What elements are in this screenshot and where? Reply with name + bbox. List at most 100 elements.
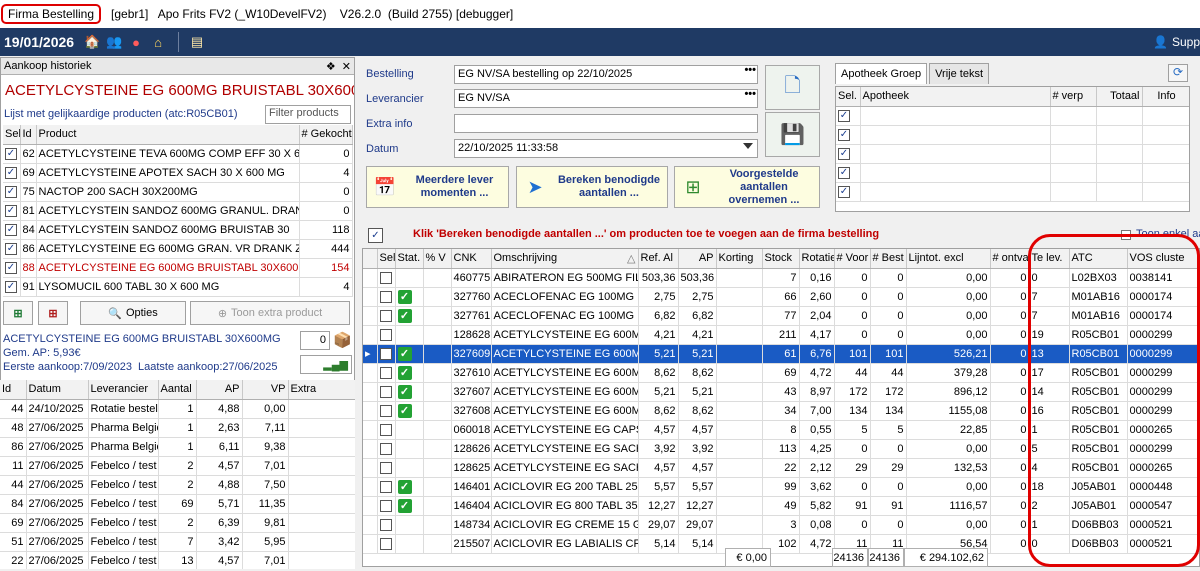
list-item[interactable]: ✓ <box>836 125 1189 145</box>
table-row[interactable]: ✓327760ACECLOFENAC EG 100MG FILI2,752,75… <box>363 287 1199 307</box>
show-extra-product-button[interactable]: ⊕ Toon extra product <box>190 301 350 325</box>
tab-vrije-tekst[interactable]: Vrije tekst <box>929 63 990 84</box>
filter-products-input[interactable]: Filter products <box>265 104 351 124</box>
datum-field[interactable]: 22/10/2025 11:33:58 <box>454 139 758 158</box>
row-checkbox[interactable]: ✓ <box>5 147 17 160</box>
col-verp[interactable]: # verp <box>1050 87 1097 107</box>
table-row[interactable]: ✓ 91 LYSOMUCIL 600 TABL 30 X 600 MG 4 <box>3 277 353 297</box>
col-omschrijving[interactable]: Omschrijving △ <box>491 249 639 269</box>
bestelling-field[interactable]: EG NV/SA bestelling op 22/10/2025 ••• <box>454 65 758 84</box>
table-row[interactable]: 48 27/06/2025 Pharma België 1 2,63 7,11 <box>0 418 355 438</box>
row-checkbox[interactable]: ✓ <box>838 128 850 141</box>
row-checkbox[interactable] <box>379 499 392 512</box>
row-checkbox[interactable]: ✓ <box>5 261 17 274</box>
col-sel[interactable]: Sel. <box>3 125 21 145</box>
table-row[interactable]: 148734 ACICLOVIR EG CREME 15 GR 29,07 29,07… <box>363 515 1199 535</box>
box-icon[interactable]: 📦 <box>333 331 352 349</box>
col-vos[interactable]: VOS cluste <box>1127 249 1199 269</box>
col-bought[interactable]: # Gekocht <box>299 125 353 145</box>
table-row[interactable]: 44 27/06/2025 Febelco / test 2 4,88 7,50 <box>0 475 355 495</box>
row-checkbox[interactable]: ✓ <box>5 185 17 198</box>
table-row[interactable]: ✓ 86 ACETYLCYSTEINE EG 600MG GRAN. VR DRAN… <box>3 239 353 259</box>
row-checkbox[interactable] <box>379 309 392 322</box>
row-checkbox[interactable]: ✓ <box>838 166 850 179</box>
support-button[interactable]: 👤 Supp <box>1153 35 1200 49</box>
table-row[interactable]: 84 27/06/2025 Febelco / test 69 5,71 11,35 <box>0 494 355 514</box>
row-checkbox[interactable]: ✓ <box>5 223 17 236</box>
col-ap[interactable]: AP <box>196 380 243 400</box>
col-vp[interactable]: VP <box>242 380 289 400</box>
row-checkbox[interactable] <box>379 328 392 341</box>
col-rotatie[interactable]: Rotatie <box>799 249 835 269</box>
table-row[interactable]: ✓ 69 ACETYLCYSTEINE APOTEX SACH 30 X 600 M… <box>3 163 353 183</box>
table-row[interactable]: ✓ 146401 ACICLOVIR EG 200 TABL 25 5,57 5,57 9… <box>363 477 1199 497</box>
save-button[interactable]: 💾 <box>765 112 820 157</box>
users-icon[interactable]: 👥 <box>104 33 124 51</box>
col-apotheek[interactable]: Apotheek <box>860 87 1051 107</box>
tab-apotheek-groep[interactable]: Apotheek Groep <box>835 63 928 84</box>
col-ap[interactable]: AP <box>678 249 717 269</box>
col-qty[interactable]: Aantal <box>158 380 197 400</box>
row-checkbox[interactable] <box>379 271 392 284</box>
col-id[interactable]: Id <box>20 125 37 145</box>
home-icon[interactable]: 🏠 <box>82 33 102 51</box>
table-row[interactable]: 128628ACETYLCYSTEINE EG 600MG I4,214,212… <box>363 325 1199 345</box>
col-cnk[interactable]: CNK <box>451 249 492 269</box>
proposed-quantities-button[interactable]: ⊞ Voorgestelde aantallen overnemen ... <box>674 166 820 208</box>
col-sel[interactable]: Sel <box>377 249 396 269</box>
table-row[interactable]: 69 27/06/2025 Febelco / test 2 6,39 9,81 <box>0 513 355 533</box>
new-document-button[interactable]: 🗋 <box>765 65 820 110</box>
row-checkbox[interactable]: ✓ <box>5 166 17 179</box>
col-pv[interactable]: % V <box>423 249 452 269</box>
multiple-delivery-button[interactable]: 📅 Meerdere lever momenten ... <box>366 166 509 208</box>
col-id[interactable]: Id <box>0 380 27 400</box>
table-row[interactable]: 51 27/06/2025 Febelco / test 7 3,42 5,95 <box>0 532 355 552</box>
opties-button[interactable]: 🔍 Opties <box>80 301 186 325</box>
import-excel-button[interactable]: ⊞ <box>38 301 68 325</box>
row-checkbox[interactable] <box>379 290 392 303</box>
chart-button[interactable]: ▂▄▆ <box>300 355 352 374</box>
table-row[interactable]: 11 27/06/2025 Febelco / test 2 4,57 7,01 <box>0 456 355 476</box>
row-checkbox[interactable] <box>379 518 392 531</box>
table-row[interactable]: ✓ 62 ACETYLCYSTEINE TEVA 600MG COMP EFF 30… <box>3 144 353 164</box>
bestelling-ellipsis[interactable]: ••• <box>744 66 756 76</box>
table-row[interactable]: 128625 ACETYLCYSTEINE EG SACH 3 4,57 4,57 22… <box>363 458 1199 478</box>
table-row[interactable]: ✓327761ACECLOFENAC EG 100MG FILI6,826,82… <box>363 306 1199 326</box>
calculate-quantities-button[interactable]: ➤ Bereken benodigde aantallen ... <box>516 166 668 208</box>
col-lijntot[interactable]: Lijntot. excl <box>906 249 991 269</box>
table-row[interactable]: 86 27/06/2025 Pharma België 1 6,11 9,38 <box>0 437 355 457</box>
select-all-checkbox[interactable]: ✓ <box>368 228 383 243</box>
col-voor[interactable]: # Voor <box>834 249 871 269</box>
row-checkbox[interactable] <box>379 404 392 417</box>
col-atc[interactable]: ATC <box>1069 249 1128 269</box>
row-checkbox[interactable]: ✓ <box>838 185 850 198</box>
table-row[interactable]: 060018 ACETYLCYSTEINE EG CAPS 3 4,57 4,57 8 0… <box>363 420 1199 440</box>
export-excel-button[interactable]: ⊞ <box>3 301 33 325</box>
col-best[interactable]: # Best <box>870 249 907 269</box>
table-row[interactable]: ▸✓327609ACETYLCYSTEINE EG 600MG I5,215,2… <box>363 344 1199 364</box>
col-stock[interactable]: Stock <box>762 249 800 269</box>
col-extra[interactable]: Extra <box>288 380 355 400</box>
leverancier-field[interactable]: EG NV/SA ••• <box>454 89 758 108</box>
extra-info-field[interactable] <box>454 114 758 133</box>
table-row[interactable]: 128626 ACETYLCYSTEINE EG SACH 1 3,92 3,92 11… <box>363 439 1199 459</box>
row-checkbox[interactable] <box>379 537 392 550</box>
table-row[interactable]: 22 27/06/2025 Febelco / test 13 4,57 7,01 <box>0 551 355 569</box>
row-checkbox[interactable] <box>379 480 392 493</box>
table-row[interactable]: 44 24/10/2025 Rotatie bestel 1 4,88 0,00 <box>0 399 355 419</box>
refresh-icon[interactable]: ⟳ <box>1168 64 1188 82</box>
row-checkbox[interactable] <box>379 461 392 474</box>
row-checkbox[interactable] <box>379 366 392 379</box>
col-sel[interactable]: Sel. <box>836 87 861 107</box>
list-item[interactable]: ✓ <box>836 106 1189 126</box>
chevron-down-icon[interactable] <box>743 143 753 149</box>
row-checkbox[interactable]: ✓ <box>838 109 850 122</box>
table-row[interactable]: ✓327608ACETYLCYSTEINE EG 600MG (8,628,62… <box>363 401 1199 421</box>
row-checkbox[interactable] <box>379 347 392 360</box>
table-row[interactable]: ✓ 146404 ACICLOVIR EG 800 TABL 35 12,27 12,2… <box>363 496 1199 516</box>
col-totaal[interactable]: Totaal <box>1096 87 1143 107</box>
col-date[interactable]: Datum <box>26 380 89 400</box>
col-telev[interactable]: Te lev. <box>1029 249 1070 269</box>
row-checkbox[interactable] <box>379 423 392 436</box>
list-item[interactable]: ✓ <box>836 144 1189 164</box>
